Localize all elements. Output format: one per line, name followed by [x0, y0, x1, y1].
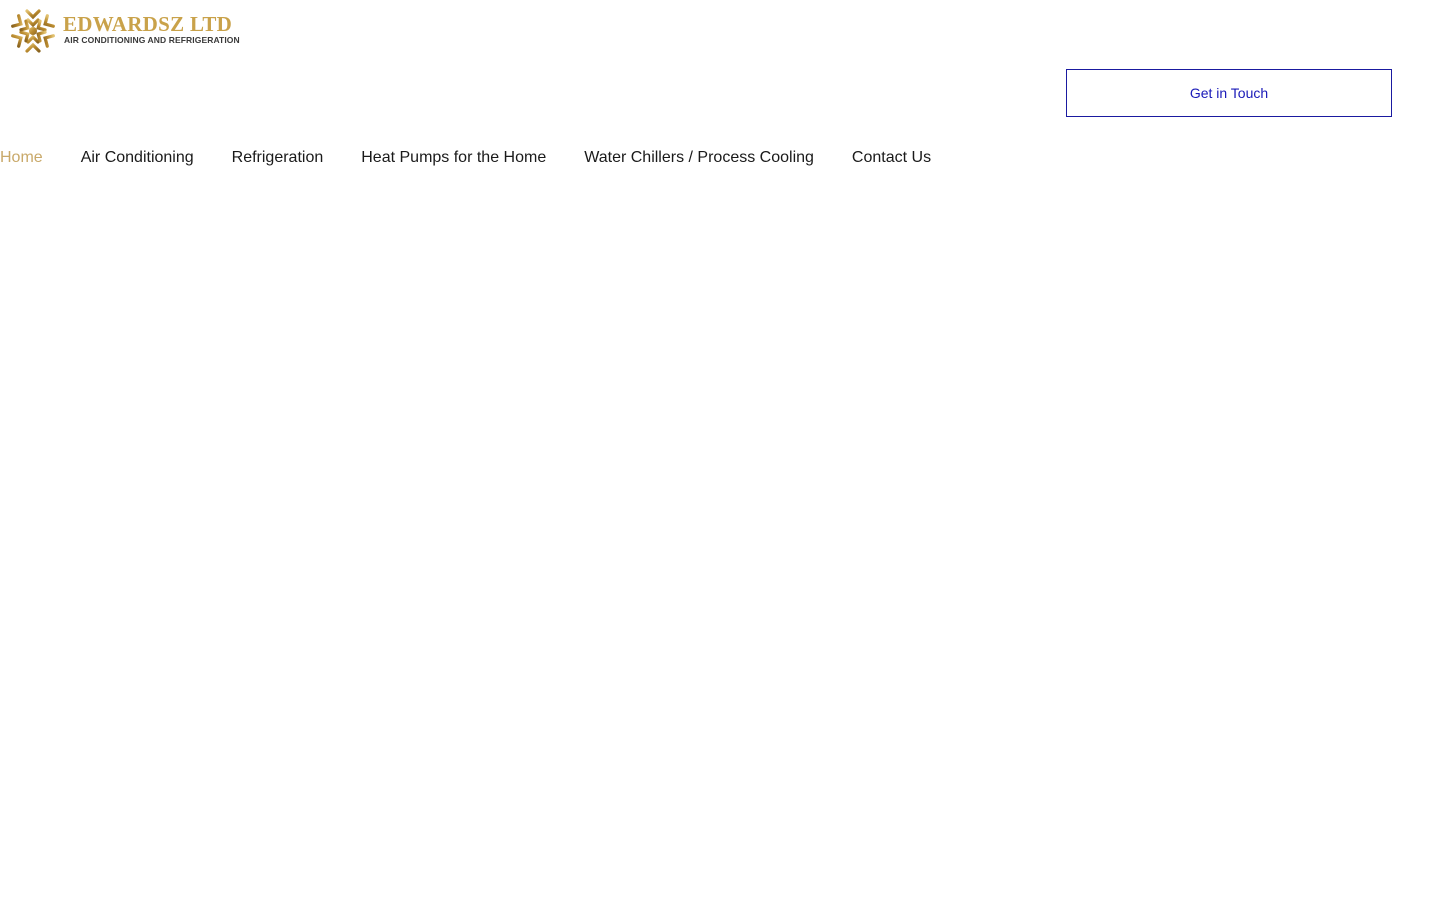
nav-item-refrigeration[interactable]: Refrigeration: [232, 147, 324, 169]
nav-item-heat-pumps[interactable]: Heat Pumps for the Home: [361, 147, 546, 169]
site-logo[interactable]: EDWARDSZ LTD AIR CONDITIONING AND REFRIG…: [5, 3, 245, 59]
snowflake-icon: [9, 4, 57, 58]
get-in-touch-button[interactable]: Get in Touch: [1066, 69, 1392, 117]
nav-item-water-chillers[interactable]: Water Chillers / Process Cooling: [584, 147, 814, 169]
logo-tagline: AIR CONDITIONING AND REFRIGERATION: [64, 35, 240, 45]
nav-item-contact-us[interactable]: Contact Us: [852, 147, 931, 169]
nav-item-air-conditioning[interactable]: Air Conditioning: [81, 147, 194, 169]
nav-item-home[interactable]: Home: [0, 147, 43, 169]
main-nav: Home Air Conditioning Refrigeration Heat…: [0, 146, 969, 170]
page: EDWARDSZ LTD AIR CONDITIONING AND REFRIG…: [0, 0, 1440, 900]
logo-text: EDWARDSZ LTD AIR CONDITIONING AND REFRIG…: [63, 13, 240, 45]
logo-name: EDWARDSZ LTD: [63, 12, 233, 36]
